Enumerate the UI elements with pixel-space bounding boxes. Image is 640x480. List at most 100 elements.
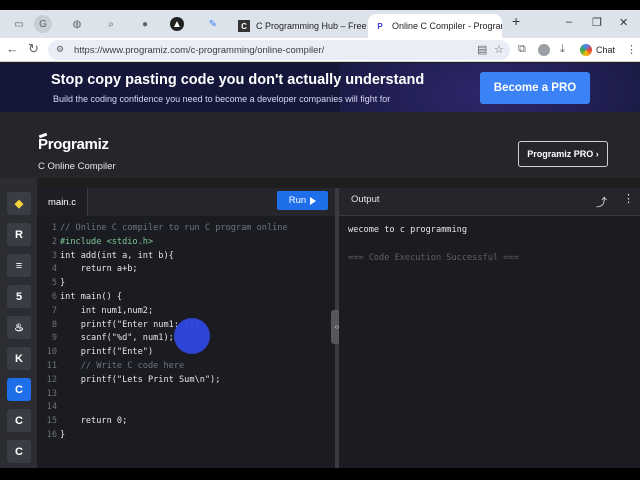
line-number: 3 <box>51 250 57 261</box>
python-icon[interactable]: ◆ <box>7 192 31 215</box>
code-line[interactable]: 4 return a+b; <box>37 262 335 276</box>
execution-status: === Code Execution Successful === <box>348 253 519 263</box>
line-number: 15 <box>46 416 57 427</box>
bookmark-star-icon[interactable]: ☆ <box>494 43 504 56</box>
address-bar-row: ← ↻ ⚙ https://www.programiz.com/c-progra… <box>0 38 640 62</box>
code-text: return 0; <box>60 416 128 427</box>
c-hub-favicon-icon: C <box>238 20 250 32</box>
browser-window: ▭ G ◍ ⌕ ● ▲ ✎ C C Programming Hub – Free… <box>0 10 640 468</box>
code-text: int num1,num2; <box>60 305 154 316</box>
site-info-icon[interactable]: ⚙ <box>56 44 68 56</box>
url-input[interactable]: ⚙ https://www.programiz.com/c-programmin… <box>48 40 510 60</box>
code-line[interactable]: 14 <box>37 400 335 414</box>
html5-icon[interactable]: 5 <box>7 285 31 308</box>
new-tab-icon[interactable]: + <box>512 13 520 29</box>
reading-mode-icon[interactable]: ▤ <box>477 43 487 56</box>
line-number: 16 <box>46 430 57 440</box>
code-line[interactable]: 11 // Write C code here <box>37 359 335 373</box>
code-line[interactable]: 1// Online C compiler to run C program o… <box>37 221 335 235</box>
language-sidebar: ◆ R ≡ 5 ♨ K C C C <box>0 178 37 468</box>
banner-headline: Stop copy pasting code you don't actuall… <box>51 72 425 88</box>
minimize-icon[interactable]: – <box>566 16 572 28</box>
cursor-highlight <box>174 318 210 354</box>
code-text: int add(int a, int b){ <box>60 250 174 261</box>
vercel-icon[interactable]: ▲ <box>170 17 184 31</box>
page-subtitle: C Online Compiler <box>38 161 116 172</box>
programiz-logo[interactable]: Programiz <box>38 132 109 153</box>
code-line[interactable]: 12 printf("Lets Print Sum\n"); <box>37 373 335 387</box>
extensions-icon[interactable]: ⧉ <box>518 43 526 56</box>
run-button[interactable]: Run <box>277 191 328 210</box>
code-text: int main() { <box>60 292 123 302</box>
logo-text: Programiz <box>38 136 109 153</box>
cpp-icon[interactable]: C <box>7 409 31 432</box>
profile-avatar[interactable] <box>538 44 550 56</box>
url-text: https://www.programiz.com/c-programming/… <box>74 44 325 56</box>
sql-icon[interactable]: ≡ <box>7 254 31 277</box>
code-line[interactable]: 2 #include <stdio.h> <box>37 235 335 249</box>
chat-button[interactable]: Chat <box>580 41 615 59</box>
line-number: 8 <box>51 319 57 330</box>
code-line[interactable]: 6 int main() { <box>37 290 335 304</box>
code-line[interactable]: 3 int add(int a, int b){ <box>37 249 335 263</box>
line-number: 14 <box>46 402 57 413</box>
code-text: // Write C code here <box>60 361 185 371</box>
file-tab-main-c[interactable]: main.c <box>37 188 88 216</box>
share-icon[interactable]: ⤴ <box>596 194 607 210</box>
code-text: #include <stdio.h> <box>60 236 154 247</box>
c-icon[interactable]: C <box>7 378 31 401</box>
code-line[interactable]: 15 return 0; <box>37 414 335 428</box>
menu-icon[interactable]: ⋮ <box>626 43 637 56</box>
code-line[interactable]: 16} <box>37 428 335 442</box>
play-icon <box>310 196 317 205</box>
code-line[interactable]: 7 int num1,num2; <box>37 304 335 318</box>
chat-label: Chat <box>596 45 616 55</box>
chat-spark-icon <box>580 44 592 56</box>
code-text: // Online C compiler to run C program on… <box>60 223 288 233</box>
tab-online-c-compiler[interactable]: P Online C Compiler - Programiz ✕ <box>368 14 502 38</box>
java-icon[interactable]: ♨ <box>7 316 31 339</box>
code-text: } <box>60 278 66 289</box>
more-options-icon[interactable]: ⋮ <box>623 192 634 205</box>
become-pro-button[interactable]: Become a PRO <box>480 72 590 104</box>
line-number: 4 <box>51 264 57 275</box>
tab-label: C Programming Hub – Free Tu <box>256 21 366 31</box>
line-number: 11 <box>46 361 57 371</box>
close-window-icon[interactable]: ✕ <box>619 16 628 29</box>
programiz-pro-button[interactable]: Programiz PRO › <box>518 141 608 167</box>
tab-strip: ▭ G ◍ ⌕ ● ▲ ✎ C C Programming Hub – Free… <box>0 10 640 38</box>
csharp-icon[interactable]: C <box>7 440 31 463</box>
run-label: Run <box>288 195 307 206</box>
line-number: 7 <box>51 305 57 316</box>
code-line[interactable]: 5} <box>37 276 335 290</box>
downloads-icon[interactable]: ⤓ <box>560 43 565 56</box>
kotlin-icon[interactable]: K <box>7 347 31 370</box>
tab-c-programming-hub[interactable]: C C Programming Hub – Free Tu <box>232 14 366 38</box>
line-number: 2 <box>51 236 57 247</box>
reload-icon[interactable]: ↻ <box>28 41 39 57</box>
code-text: printf("Ente") <box>60 347 154 358</box>
globe-icon[interactable]: ◍ <box>68 15 86 33</box>
r-icon[interactable]: R <box>7 223 31 246</box>
output-console: wecome to c programming === Code Executi… <box>339 216 640 468</box>
line-number: 1 <box>51 223 57 233</box>
maximize-icon[interactable]: ❐ <box>592 16 602 29</box>
line-number: 5 <box>51 278 57 289</box>
tab-label: Online C Compiler - Programiz <box>392 21 502 31</box>
line-number: 6 <box>51 292 57 302</box>
github-icon[interactable]: ● <box>136 15 154 33</box>
line-number: 9 <box>51 333 57 344</box>
line-number: 10 <box>46 347 57 358</box>
line-number: 13 <box>46 388 57 399</box>
feather-icon[interactable]: ✎ <box>204 15 222 33</box>
back-arrow-icon[interactable]: ← <box>6 41 19 56</box>
search-tab-icon[interactable]: ⌕ <box>102 15 120 33</box>
output-line: wecome to c programming <box>348 225 467 235</box>
line-number: 12 <box>46 374 57 385</box>
code-text: scanf("%d", num1); <box>60 333 174 344</box>
output-title: Output <box>351 194 380 205</box>
code-line[interactable]: 13 <box>37 387 335 401</box>
google-icon[interactable]: G <box>34 15 52 33</box>
tab-list-icon[interactable]: ▭ <box>10 15 28 33</box>
programiz-favicon-icon: P <box>377 21 383 31</box>
